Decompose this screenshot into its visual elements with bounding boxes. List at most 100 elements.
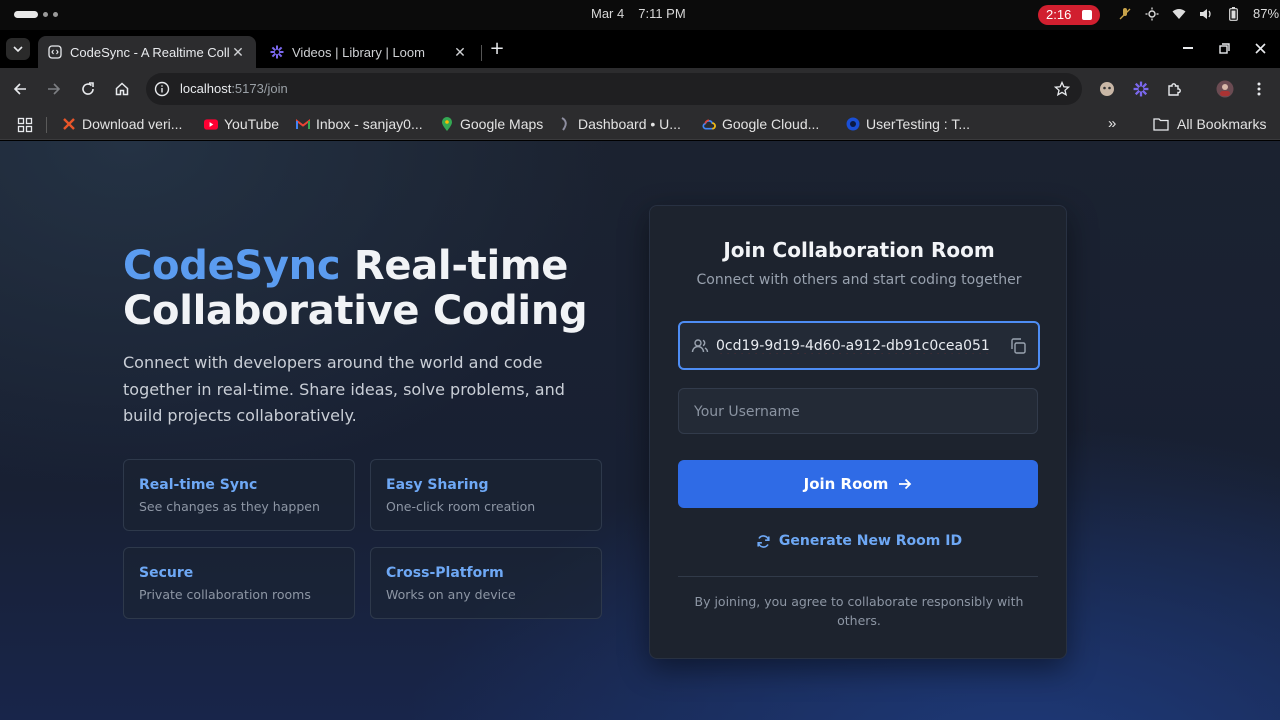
os-clock[interactable]: Mar 4 7:11 PM — [591, 6, 686, 21]
hero-title-part: Real-time — [340, 243, 569, 289]
reload-icon — [82, 82, 94, 95]
feature-card-easy-sharing: Easy Sharing One-click room creation — [370, 459, 602, 531]
x-icon — [62, 117, 76, 131]
youtube-icon — [204, 117, 218, 131]
extensions-puzzle-icon[interactable] — [1166, 80, 1184, 98]
bookmark-item[interactable]: Inbox - sanjay0... — [296, 116, 423, 132]
tab-codesync[interactable]: CodeSync - A Realtime Collaborative ✕ — [38, 36, 256, 68]
username-input[interactable] — [694, 401, 1014, 423]
tab-loom[interactable]: Videos | Library | Loom ✕ — [260, 36, 478, 68]
feature-card-cross-platform: Cross-Platform Works on any device — [370, 547, 602, 619]
join-room-button[interactable]: Join Room — [678, 460, 1038, 508]
close-tab-icon[interactable]: ✕ — [230, 44, 246, 60]
feature-title: Easy Sharing — [386, 477, 489, 493]
close-tab-icon[interactable]: ✕ — [452, 44, 468, 60]
arrow-right-icon — [899, 478, 912, 490]
battery-percent: 87% — [1253, 6, 1280, 21]
extension-avatar-icon[interactable] — [1098, 80, 1116, 98]
card-divider — [678, 576, 1038, 577]
bookmark-label: Download veri... — [82, 116, 183, 132]
copy-icon[interactable] — [1009, 337, 1027, 355]
tab-divider — [481, 45, 482, 61]
all-bookmarks-label: All Bookmarks — [1177, 116, 1267, 132]
room-id-input[interactable] — [716, 335, 994, 357]
tab-strip: CodeSync - A Realtime Collaborative ✕ Vi… — [0, 30, 1280, 68]
restore-icon[interactable] — [1216, 40, 1232, 56]
feature-card-realtime-sync: Real-time Sync See changes as they happe… — [123, 459, 355, 531]
usertesting-icon — [846, 117, 860, 131]
new-tab-button[interactable]: + — [487, 40, 507, 60]
dashboard-icon — [558, 117, 572, 131]
bookmark-star-icon[interactable] — [1054, 81, 1070, 97]
join-room-card: Join Collaboration Room Connect with oth… — [649, 205, 1067, 659]
back-button[interactable] — [8, 77, 32, 101]
window-controls — [1180, 40, 1268, 56]
all-bookmarks-button[interactable]: All Bookmarks — [1153, 116, 1266, 132]
tab-title: CodeSync - A Realtime Collaborative — [70, 44, 230, 60]
feature-description: See changes as they happen — [139, 499, 320, 514]
volume-icon — [1199, 7, 1213, 21]
loom-icon — [270, 45, 284, 59]
brand-name: CodeSync — [123, 243, 341, 289]
screen-recording-indicator[interactable]: 2:16 — [1038, 5, 1100, 25]
loom-extension-icon[interactable] — [1132, 80, 1150, 98]
bookmark-item[interactable]: UserTesting : T... — [846, 116, 970, 132]
url-text[interactable]: localhost:5173/join — [180, 81, 288, 96]
more-bookmarks-button[interactable]: » — [1108, 115, 1116, 132]
bookmark-label: Google Cloud... — [722, 116, 820, 132]
os-time: 7:11 PM — [638, 6, 686, 21]
codesync-join-page: CodeSync Real-time Collaborative Coding … — [0, 141, 1280, 720]
brightness-icon — [1145, 7, 1159, 21]
reload-button[interactable] — [76, 77, 100, 101]
home-button[interactable] — [110, 77, 134, 101]
tab-title: Videos | Library | Loom — [292, 44, 425, 60]
maps-icon — [440, 116, 454, 131]
browser-menu-icon[interactable] — [1250, 80, 1268, 98]
bookmark-item[interactable]: Download veri... — [62, 116, 182, 132]
join-card-title: Join Collaboration Room — [723, 238, 995, 262]
feature-title: Secure — [139, 565, 194, 581]
generate-room-id-label: Generate New Room ID — [778, 533, 963, 549]
system-tray[interactable]: 87% — [1118, 6, 1279, 21]
hero-title-part: Collaborative Coding — [123, 288, 588, 334]
gmail-icon — [296, 117, 310, 131]
generate-room-id-button[interactable]: Generate New Room ID — [650, 533, 1068, 549]
home-icon — [115, 82, 129, 96]
users-icon — [691, 339, 709, 353]
hero-description: Connect with developers around the world… — [123, 353, 565, 425]
site-info-icon[interactable] — [154, 81, 170, 97]
join-card-subtitle: Connect with others and start coding tog… — [696, 272, 1022, 288]
recording-time: 2:16 — [1046, 7, 1072, 22]
bookmark-item[interactable]: Google Cloud... — [702, 116, 819, 132]
gcloud-icon — [702, 117, 716, 131]
minimize-icon[interactable] — [1180, 40, 1196, 56]
feature-title: Cross-Platform — [386, 565, 504, 581]
address-bar[interactable]: localhost:5173/join — [146, 73, 1082, 105]
os-date: Mar 4 — [591, 6, 625, 21]
tab-search-button[interactable] — [6, 38, 30, 60]
bookmark-label: Inbox - sanjay0... — [316, 116, 423, 132]
mic-off-icon — [1118, 7, 1132, 21]
forward-arrow-icon — [48, 83, 61, 95]
folder-icon — [1153, 118, 1169, 131]
room-id-field — [678, 321, 1040, 370]
join-room-label: Join Room — [803, 475, 889, 493]
workspace-indicator[interactable] — [14, 11, 58, 18]
forward-button[interactable] — [42, 77, 66, 101]
profile-avatar[interactable] — [1216, 80, 1234, 98]
close-window-icon[interactable] — [1252, 40, 1268, 56]
browser-toolbar: localhost:5173/join — [0, 68, 1280, 110]
url-host: localhost — [180, 81, 232, 96]
feature-card-secure: Secure Private collaboration rooms — [123, 547, 355, 619]
bookmark-label: Google Maps — [460, 116, 544, 132]
chevron-down-icon — [13, 46, 23, 52]
hero-heading: CodeSync Real-time Collaborative Coding — [123, 244, 623, 334]
apps-grid-icon[interactable] — [17, 117, 33, 133]
bookmarks-divider — [46, 117, 47, 133]
bookmark-item[interactable]: YouTube — [204, 116, 279, 132]
feature-description: Private collaboration rooms — [139, 587, 311, 602]
feature-title: Real-time Sync — [139, 477, 258, 493]
bookmark-item[interactable]: Google Maps — [440, 116, 543, 132]
username-field — [678, 388, 1038, 434]
bookmark-item[interactable]: Dashboard • U... — [558, 116, 681, 132]
